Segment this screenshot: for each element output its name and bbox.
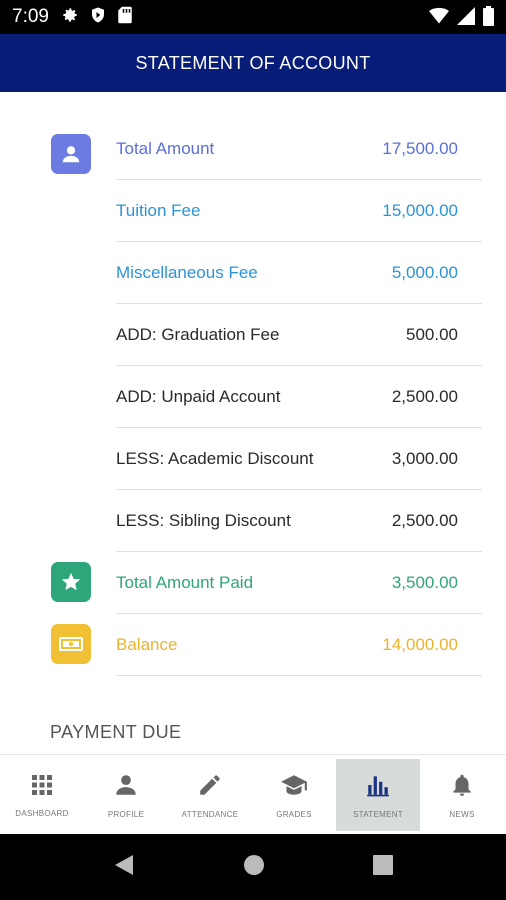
nav-label: PROFILE — [107, 809, 145, 819]
statement-row-academic-discount: LESS: Academic Discount 3,000.00 — [0, 428, 506, 490]
pencil-icon — [197, 772, 223, 802]
bell-icon — [449, 772, 475, 802]
nav-label: ATTENDANCE — [181, 809, 239, 819]
bottom-navigation: DASHBOARD PROFILE ATTENDANCE GRADES STAT… — [0, 754, 506, 835]
status-left-icons — [61, 6, 133, 28]
row-value: 500.00 — [406, 325, 458, 344]
nav-item-dashboard[interactable]: DASHBOARD — [0, 759, 84, 831]
row-label: Balance — [116, 635, 178, 654]
status-bar: 7:09 — [0, 0, 506, 34]
statement-row-balance: Balance 14,000.00 — [0, 614, 506, 676]
nav-item-profile[interactable]: PROFILE — [84, 759, 168, 831]
nav-label: GRADES — [276, 809, 312, 819]
page-title: STATEMENT OF ACCOUNT — [135, 52, 371, 73]
nav-item-statement[interactable]: STATEMENT — [336, 759, 420, 831]
cell-signal-icon — [457, 7, 475, 29]
statement-row-unpaid-account: ADD: Unpaid Account 2,500.00 — [0, 366, 506, 428]
row-value: 5,000.00 — [391, 263, 458, 282]
wifi-icon — [429, 7, 449, 29]
gear-icon — [61, 6, 79, 28]
row-label: Total Amount Paid — [116, 573, 254, 592]
row-label: Tuition Fee — [116, 201, 201, 220]
nav-label: DASHBOARD — [15, 808, 69, 818]
person-icon — [113, 772, 139, 802]
statement-row-total-amount: Total Amount 17,500.00 — [0, 118, 506, 180]
row-value: 17,500.00 — [382, 139, 458, 158]
statement-row-sibling-discount: LESS: Sibling Discount 2,500.00 — [0, 490, 506, 552]
payment-due-heading: PAYMENT DUE — [50, 722, 182, 742]
nav-item-grades[interactable]: GRADES — [252, 759, 336, 831]
person-icon — [51, 134, 91, 174]
nav-label: STATEMENT — [353, 809, 403, 819]
shield-play-icon — [89, 6, 107, 28]
recents-icon[interactable] — [373, 855, 393, 879]
row-label: ADD: Unpaid Account — [116, 387, 281, 406]
row-label: LESS: Academic Discount — [116, 449, 314, 468]
bar-chart-icon — [365, 772, 391, 802]
row-value: 14,000.00 — [382, 635, 458, 654]
star-icon — [51, 562, 91, 602]
nav-label: NEWS — [449, 809, 475, 819]
row-value: 2,500.00 — [391, 511, 458, 530]
statement-row-tuition-fee: Tuition Fee 15,000.00 — [0, 180, 506, 242]
row-value: 3,500.00 — [391, 573, 458, 592]
back-icon[interactable] — [113, 853, 135, 881]
battery-icon — [483, 6, 494, 30]
row-label: Total Amount — [116, 139, 215, 158]
statement-content[interactable]: Total Amount 17,500.00 Tuition Fee 15,00… — [0, 92, 506, 754]
statement-row-total-amount-paid: Total Amount Paid 3,500.00 — [0, 552, 506, 614]
statement-row-graduation-fee: ADD: Graduation Fee 500.00 — [0, 304, 506, 366]
status-time: 7:09 — [12, 6, 49, 27]
row-label: Miscellaneous Fee — [116, 263, 258, 282]
row-value: 2,500.00 — [391, 387, 458, 406]
app-bar: STATEMENT OF ACCOUNT — [0, 34, 506, 92]
system-navigation-bar — [0, 834, 506, 900]
row-value: 3,000.00 — [391, 449, 458, 468]
row-label: ADD: Graduation Fee — [116, 325, 280, 344]
graduation-cap-icon — [280, 772, 308, 802]
row-label: LESS: Sibling Discount — [116, 511, 291, 530]
home-icon[interactable] — [243, 854, 265, 880]
divider — [116, 675, 482, 676]
money-icon — [51, 624, 91, 664]
row-value: 15,000.00 — [382, 201, 458, 220]
statement-row-miscellaneous-fee: Miscellaneous Fee 5,000.00 — [0, 242, 506, 304]
sd-card-icon — [117, 6, 133, 28]
status-right-icons — [429, 6, 494, 30]
nav-item-news[interactable]: NEWS — [420, 759, 504, 831]
grid-icon — [30, 773, 54, 801]
nav-item-attendance[interactable]: ATTENDANCE — [168, 759, 252, 831]
